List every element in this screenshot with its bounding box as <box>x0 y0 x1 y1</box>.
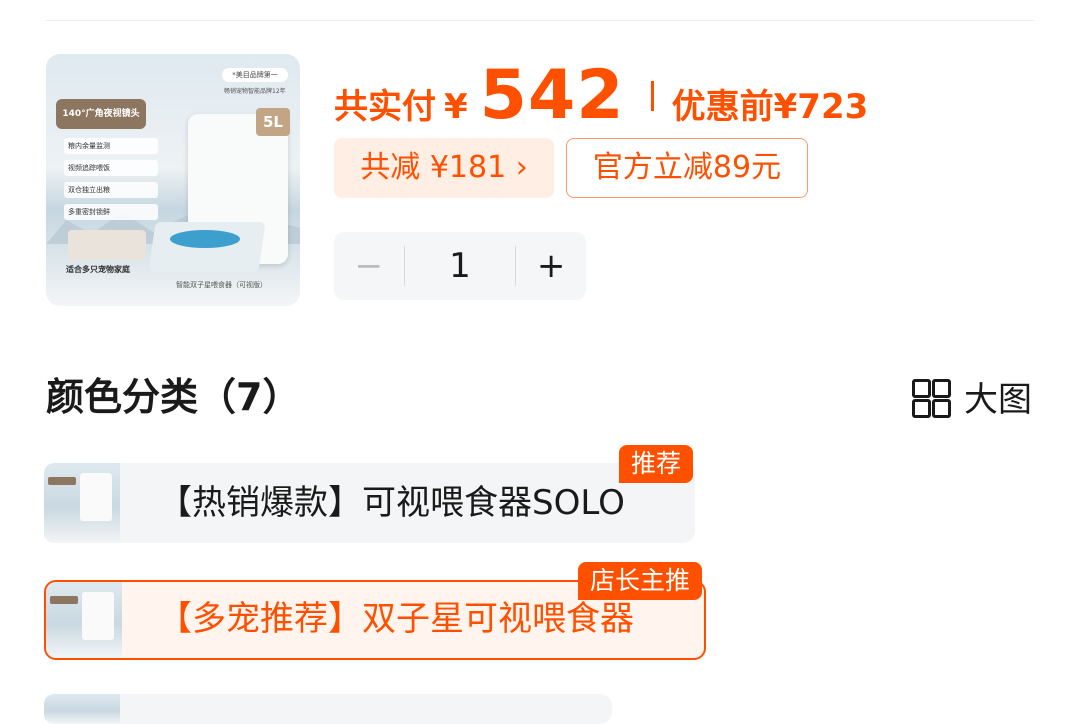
product-caption: 智能双子星喂食器（可视版） <box>176 281 267 289</box>
big-image-toggle[interactable]: 大图 <box>912 372 1032 421</box>
paid-amount: 542 <box>479 56 625 135</box>
capacity-badge: 5L <box>256 108 290 136</box>
bowl-food-illustration <box>170 230 240 248</box>
increase-button[interactable]: + <box>516 232 586 300</box>
pets-caption: 适合多只宠物家庭 <box>66 265 130 274</box>
option-thumbnail <box>46 582 122 658</box>
color-option-selected[interactable]: 【多宠推荐】双子星可视喂食器 店长主推 <box>44 562 706 660</box>
before-discount-amount: ¥723 <box>773 87 869 127</box>
before-discount-label: 优惠前 <box>671 87 774 127</box>
price-separator <box>650 81 654 111</box>
product-image[interactable]: 140°广角夜视镜头 粮内余量监测 视频追踪喂饭 双仓独立出粮 多重密封锁鲜 *… <box>46 54 300 306</box>
paid-label: 共实付 <box>334 87 436 127</box>
feature-item: 视频追踪喂饭 <box>64 160 158 176</box>
big-image-label: 大图 <box>964 380 1032 420</box>
pets-photo <box>68 230 146 260</box>
option-label: 【多宠推荐】双子星可视喂食器 <box>158 599 634 639</box>
decrease-button[interactable]: − <box>334 232 404 300</box>
camera-tag: 140°广角夜视镜头 <box>56 99 146 129</box>
option-thumbnail <box>44 463 120 543</box>
recommend-tag: 推荐 <box>618 445 693 483</box>
quantity-value[interactable]: 1 <box>405 246 515 286</box>
price-row: 共实付 ¥ 542 优惠前 ¥723 <box>334 56 869 135</box>
total-reduced-chip[interactable]: 共减 ¥181 › <box>334 138 554 198</box>
official-discount-chip: 官方立减89元 <box>566 138 808 198</box>
option-thumbnail <box>44 694 120 724</box>
grid-icon <box>912 378 951 418</box>
brand-rank-badge: *美目品牌第一 <box>222 68 288 82</box>
shop-owner-pick-tag: 店长主推 <box>577 562 702 600</box>
color-option-partial[interactable] <box>44 694 612 724</box>
feature-item: 多重密封锁鲜 <box>64 204 158 220</box>
color-category-title: 颜色分类（7） <box>46 375 301 419</box>
feature-item: 双仓独立出粮 <box>64 182 158 198</box>
feature-item: 粮内余量监测 <box>64 138 158 154</box>
quantity-stepper: − 1 + <box>334 232 586 300</box>
option-label: 【热销爆款】可视喂食器SOLO <box>158 483 625 523</box>
brand-subtitle: 畅销宠物智能品牌12年 <box>224 88 286 95</box>
color-option[interactable]: 【热销爆款】可视喂食器SOLO 推荐 <box>44 445 695 543</box>
currency-symbol: ¥ <box>444 87 468 127</box>
top-divider <box>46 20 1034 21</box>
